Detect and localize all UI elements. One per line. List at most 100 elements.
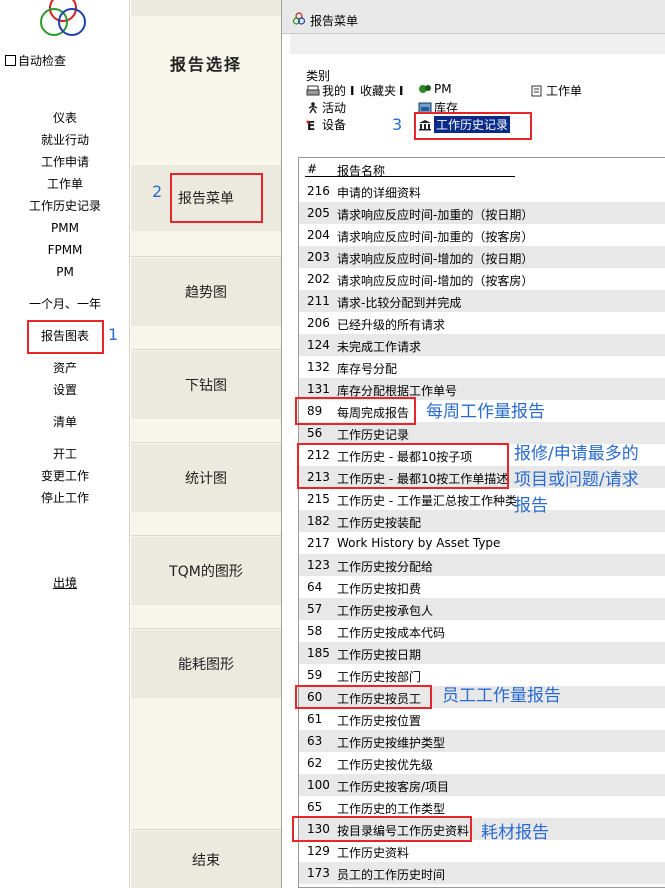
category-favorites[interactable]: 收藏夹 I [360, 82, 403, 99]
category-mine-label: 我的 [322, 84, 347, 98]
sidebar-item-stop-work[interactable]: 停止工作 [0, 490, 130, 506]
highlight-rows-212-213 [297, 443, 509, 489]
table-row[interactable]: 63 工作历史按维护类型 [299, 730, 665, 752]
table-row[interactable]: 202 请求响应反应时间-增加的（按客房） [299, 268, 665, 290]
table-row[interactable]: 206 已经升级的所有请求 [299, 312, 665, 334]
row-name: 请求响应反应时间-加重的（按客房） [337, 230, 534, 244]
row-number: 205 [307, 206, 330, 220]
row-name: Work History by Asset Type [337, 536, 501, 550]
table-row[interactable]: 64 工作历史按扣费 [299, 576, 665, 598]
annotation-most-repairs: 报修/申请最多的 项目或问题/请求 报告 [514, 441, 639, 519]
separator [131, 628, 281, 629]
row-name: 库存号分配 [337, 362, 398, 376]
sidebar-item-employment-action[interactable]: 就业行动 [0, 132, 130, 148]
report-select-title: 报告选择 [131, 30, 281, 96]
row-number: 123 [307, 558, 330, 572]
table-row[interactable]: 62 工作历史按优先级 [299, 752, 665, 774]
trend-chart-button[interactable]: 趋势图 [131, 258, 281, 326]
sidebar-item-start-work[interactable]: 开工 [0, 446, 130, 462]
table-row[interactable]: 123 工作历史按分配给 [299, 554, 665, 576]
table-row[interactable]: 205 请求响应反应时间-加重的（按日期） [299, 202, 665, 224]
annotation-line: 报告 [514, 496, 548, 516]
table-row[interactable]: 61 工作历史按位置 [299, 708, 665, 730]
table-row[interactable]: 173 员工的工作历史时间 [299, 862, 665, 884]
separator [131, 256, 281, 257]
left-sidebar: 自动检查 仪表 就业行动 工作申请 工作单 工作历史记录 PMM FPMM PM… [0, 0, 130, 888]
row-number: 185 [307, 646, 330, 660]
energy-chart-button[interactable]: 能耗图形 [131, 630, 281, 698]
table-row[interactable]: 100 工作历史按客房/项目 [299, 774, 665, 796]
table-row[interactable]: 204 请求响应反应时间-加重的（按客房） [299, 224, 665, 246]
row-number: 62 [307, 756, 323, 770]
table-row[interactable]: 58 工作历史按成本代码 [299, 620, 665, 642]
equipment-icon: E [306, 119, 320, 133]
drilldown-chart-button[interactable]: 下钻图 [131, 351, 281, 419]
table-row[interactable]: 129 工作历史资料 [299, 840, 665, 862]
tqm-chart-button[interactable]: TQM的图形 [131, 537, 281, 605]
sidebar-item-list[interactable]: 清单 [0, 414, 130, 430]
annotation-line: 项目或问题/请求 [514, 470, 639, 490]
highlight-report-chart [27, 320, 104, 354]
row-number: 211 [307, 294, 330, 308]
row-number: 65 [307, 800, 323, 814]
sidebar-item-pmm[interactable]: PMM [0, 220, 130, 236]
sidebar-item-settings[interactable]: 设置 [0, 382, 130, 398]
row-number: 56 [307, 426, 323, 440]
table-row[interactable]: 211 请求-比较分配到并完成 [299, 290, 665, 312]
column-number-header: # [307, 162, 318, 176]
row-name: 请求响应反应时间-增加的（按客房） [337, 274, 534, 288]
sidebar-item-work-request[interactable]: 工作申请 [0, 154, 130, 170]
statistics-chart-button[interactable]: 统计图 [131, 444, 281, 512]
sidebar-item-work-history[interactable]: 工作历史记录 [0, 198, 130, 214]
row-number: 64 [307, 580, 323, 594]
row-number: 206 [307, 316, 330, 330]
pm-gears-icon [418, 83, 432, 95]
table-row[interactable]: 217 Work History by Asset Type [299, 532, 665, 554]
annotation-step-3: 3 [392, 115, 403, 134]
dialog-titlebar[interactable]: 报告菜单 [282, 0, 665, 34]
report-list[interactable]: # 报告名称 216 申请的详细资料 205 请求响应反应时间-加重的（按日期） 204… [298, 157, 665, 888]
category-pm[interactable]: PM [418, 82, 452, 96]
category-mine[interactable]: 我的 I [306, 82, 358, 99]
sidebar-item-fpmm[interactable]: FPMM [0, 242, 130, 258]
sidebar-item-dashboard[interactable]: 仪表 [0, 110, 130, 126]
row-name: 工作历史按装配 [337, 516, 422, 530]
checkbox-icon[interactable] [5, 55, 16, 66]
sidebar-item-work-order[interactable]: 工作单 [0, 176, 130, 192]
table-row[interactable]: 124 未完成工作请求 [299, 334, 665, 356]
table-row[interactable]: 185 工作历史按日期 [299, 642, 665, 664]
row-name: 工作历史按承包人 [337, 604, 434, 618]
work-order-icon [530, 85, 544, 97]
table-row[interactable]: 203 请求响应反应时间-增加的（按日期） [299, 246, 665, 268]
auto-check-checkbox[interactable]: 自动检查 [5, 52, 66, 69]
sidebar-logout-link[interactable]: 出境 [0, 575, 130, 591]
row-name: 工作历史资料 [337, 846, 410, 860]
row-name: 申请的详细资料 [337, 186, 422, 200]
sidebar-item-change-work[interactable]: 变更工作 [0, 468, 130, 484]
row-name: 员工的工作历史时间 [337, 868, 446, 882]
category-activity[interactable]: 活动 [306, 99, 346, 116]
row-name: 工作历史按日期 [337, 648, 422, 662]
row-name: 工作历史按位置 [337, 714, 422, 728]
category-equipment[interactable]: E 设备 [306, 116, 346, 133]
annotation-line: 报修/申请最多的 [514, 444, 639, 464]
table-row[interactable]: 216 申请的详细资料 [299, 180, 665, 202]
sidebar-item-assets[interactable]: 资产 [0, 360, 130, 376]
row-name: 工作历史按客房/项目 [337, 780, 450, 794]
row-name: 工作历史记录 [337, 428, 410, 442]
sidebar-item-period[interactable]: 一个月、一年 [0, 296, 130, 312]
table-row[interactable]: 65 工作历史的工作类型 [299, 796, 665, 818]
end-button[interactable]: 结束 [131, 831, 281, 888]
table-row[interactable]: 132 库存号分配 [299, 356, 665, 378]
row-number: 132 [307, 360, 330, 374]
report-menu-icon [292, 12, 306, 25]
dialog-top-strip [290, 34, 665, 54]
category-workorder[interactable]: 工作单 [530, 82, 582, 99]
separator [131, 349, 281, 350]
report-type-column: 报告选择 报告菜单 趋势图 下钻图 统计图 TQM的图形 能耗图形 结束 [131, 0, 281, 888]
sidebar-item-pm[interactable]: PM [0, 264, 130, 280]
separator [131, 535, 281, 536]
auto-check-label: 自动检查 [18, 54, 67, 68]
table-row[interactable]: 57 工作历史按承包人 [299, 598, 665, 620]
row-number: 173 [307, 866, 330, 880]
